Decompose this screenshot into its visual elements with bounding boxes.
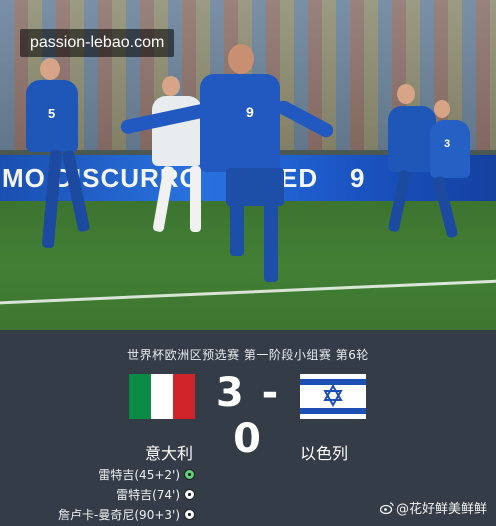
jersey-number: 9 [246,104,254,120]
israel-flag-icon [300,374,366,419]
scorer-text: 詹卢卡-曼奇尼(90+3') [58,508,180,522]
jersey-number: 3 [444,138,451,150]
board-text-middle: ED [280,163,319,193]
penalty-ball-icon [184,469,195,480]
match-card: MO DISCURRO ED 9 5 9 3 passion-lebao.com… [0,0,496,526]
ball-icon [184,489,195,500]
home-team-name: 意大利 [145,444,194,463]
site-watermark: passion-lebao.com [20,29,175,57]
scorer-line: 雷特吉(45+2') [98,466,195,483]
weibo-icon [379,502,394,515]
scorer-text: 雷特吉(74') [116,488,180,502]
weibo-credit: @花好鲜美鲜鲜 [379,498,487,517]
jersey-number: 5 [48,106,56,121]
pitch [0,201,496,330]
credit-text: @花好鲜美鲜鲜 [395,502,487,517]
board-text-right: 9 [350,163,366,193]
match-photo: MO DISCURRO ED 9 5 9 3 passion-lebao.com [0,0,496,330]
scorer-line: 詹卢卡-曼奇尼(90+3') [58,506,195,523]
ball-icon [184,509,195,520]
away-team-name: 以色列 [300,444,349,463]
italy-flag-icon [129,374,195,419]
scorer-line: 雷特吉(74') [116,486,195,503]
scorer-text: 雷特吉(45+2') [98,468,180,482]
match-score: 3 - 0 [215,370,281,462]
competition-title: 世界杯欧洲区预选赛 第一阶段小组赛 第6轮 [127,348,369,362]
